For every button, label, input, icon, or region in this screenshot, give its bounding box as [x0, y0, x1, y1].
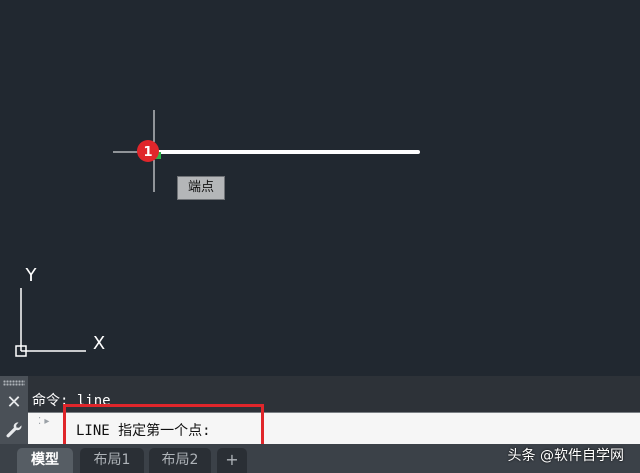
ucs-x-label: X	[93, 333, 105, 354]
step-marker: 1	[137, 140, 159, 162]
close-icon[interactable]: ✕	[4, 393, 24, 413]
tab-layout1[interactable]: 布局1	[80, 448, 144, 473]
step-marker-label: 1	[143, 145, 152, 160]
command-line-sidebar: ✕	[0, 376, 28, 444]
drag-grip-handle[interactable]	[3, 380, 25, 386]
command-history-dropdown-icon[interactable]: ⁚ ▸	[38, 416, 49, 427]
drawing-canvas[interactable]: 1 Y X	[0, 0, 640, 376]
watermark: 头条 @软件自学网	[507, 448, 624, 464]
add-layout-button[interactable]: +	[217, 448, 247, 473]
snap-tooltip: 端点	[177, 176, 225, 200]
tab-model[interactable]: 模型	[17, 448, 73, 473]
ucs-icon: Y X	[15, 265, 105, 357]
wrench-icon[interactable]	[5, 421, 23, 439]
tab-layout2[interactable]: 布局2	[149, 448, 211, 473]
ucs-y-label: Y	[25, 265, 38, 286]
